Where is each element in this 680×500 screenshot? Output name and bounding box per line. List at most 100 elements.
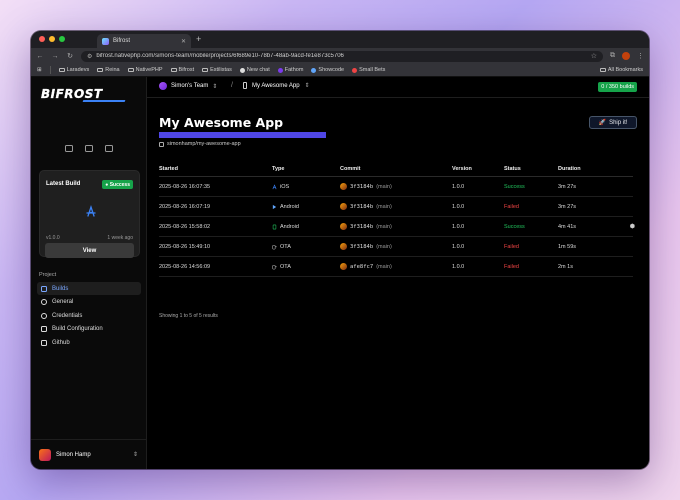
commit-cell[interactable]: 3f3184b (main) <box>340 243 452 250</box>
commit-cell[interactable]: 3f3184b (main) <box>340 223 452 230</box>
key-icon <box>41 312 47 319</box>
avatar <box>340 243 347 250</box>
top-bar: Simon's Team ⇕ / My Awesome App ⇕ 0 / 35… <box>147 77 649 98</box>
table-row[interactable]: 2025-08-26 15:49:10 OTA 3f3184b (main) 1… <box>159 237 633 257</box>
tab-close-icon[interactable]: ✕ <box>181 38 186 45</box>
all-bookmarks[interactable]: All Bookmarks <box>599 67 643 73</box>
version-cell: 1.0.0 <box>452 203 465 210</box>
minimize-window-button[interactable] <box>49 36 55 42</box>
bookmarks-divider <box>49 66 51 74</box>
builds-icon <box>41 285 47 292</box>
devices-icon[interactable] <box>105 145 113 152</box>
fathom-icon <box>277 67 283 73</box>
bookmark-showcode[interactable]: Showcode <box>311 67 344 73</box>
version-cell: 1.0.0 <box>452 263 465 270</box>
column-version: Version <box>452 165 472 172</box>
column-type: Type <box>272 165 285 172</box>
started-cell: 2025-08-26 15:49:10 <box>159 243 211 250</box>
bookmark-estilistas[interactable]: Estilistas <box>202 67 232 73</box>
bookmark-fathom[interactable]: Fathom <box>277 67 303 73</box>
version-cell: 1.0.0 <box>452 183 465 190</box>
bookmark-bifrost[interactable]: Bifrost <box>170 67 194 73</box>
bookmark-star-icon[interactable]: ☆ <box>591 52 597 60</box>
bifrost-app: BIFROST Latest Build ● Success v1.0.0 1 … <box>31 77 649 469</box>
site-info-icon[interactable]: ⚙ <box>87 53 92 60</box>
commit-cell[interactable]: 3f3184b (main) <box>340 203 452 210</box>
folder-icon <box>202 67 209 73</box>
pagination-summary: Showing 1 to 5 of 5 results <box>159 313 218 319</box>
apps-icon[interactable]: ⊞ <box>37 67 42 73</box>
reload-icon[interactable]: ↻ <box>66 52 74 60</box>
team-selector[interactable]: Simon's Team ⇕ <box>159 82 217 90</box>
table-header: Started Type Commit Version Status Durat… <box>159 161 633 177</box>
profile-avatar[interactable] <box>622 52 630 60</box>
dashboard-icon[interactable] <box>65 145 73 152</box>
table-row[interactable]: 2025-08-26 14:56:09 OTA afe8fc7 (main) 1… <box>159 257 633 277</box>
back-icon[interactable]: ← <box>36 53 44 60</box>
url-text[interactable]: bifrost.nativephp.com/simons-team/mobile… <box>96 53 586 59</box>
team-name: Simon's Team <box>171 83 209 89</box>
address-bar[interactable]: ⚙ bifrost.nativephp.com/simons-team/mobi… <box>81 50 603 62</box>
bookmark-laradevs[interactable]: Laradevs <box>58 67 89 73</box>
user-name: Simon Hamp <box>56 451 91 458</box>
browser-tab[interactable]: Bifrost ✕ <box>97 34 191 48</box>
github-icon <box>41 339 47 346</box>
forward-icon[interactable]: → <box>51 53 59 60</box>
type-cell: OTA <box>272 264 340 270</box>
browser-menu-icon[interactable]: ⋮ <box>637 52 644 60</box>
column-started: Started <box>159 165 178 172</box>
box-icon[interactable]: ⬢ <box>630 223 635 230</box>
nav-item-credentials[interactable]: Credentials <box>37 309 141 322</box>
mobile-phone-icon <box>243 82 247 89</box>
project-selector[interactable]: My Awesome App ⇕ <box>243 82 310 89</box>
ship-it-button[interactable]: 🚀 Ship it! <box>589 116 637 129</box>
tab-title: Bifrost <box>113 38 131 44</box>
gear-icon <box>41 299 47 305</box>
chevron-up-down-icon: ⇕ <box>304 83 310 89</box>
version-cell: 1.0.0 <box>452 223 465 230</box>
table-row[interactable]: 2025-08-26 16:07:35 iOS 3f3184b (main) 1… <box>159 177 633 197</box>
android-phone-icon <box>272 224 277 229</box>
new-tab-button[interactable]: + <box>196 34 201 44</box>
commit-cell[interactable]: afe8fc7 (main) <box>340 263 452 270</box>
bookmark-reina[interactable]: Reina <box>97 67 120 73</box>
table-row[interactable]: 2025-08-26 16:07:19 Android 3f3184b (mai… <box>159 197 633 217</box>
maximize-window-button[interactable] <box>59 36 65 42</box>
user-menu[interactable]: Simon Hamp ⇕ <box>31 439 146 469</box>
version-cell: 1.0.0 <box>452 243 465 250</box>
repository-link[interactable]: simonhamp/my-awesome-app <box>159 141 241 147</box>
avatar <box>340 223 347 230</box>
bookmark-small-bets[interactable]: Small Bets <box>352 67 385 73</box>
nav-item-github[interactable]: Github <box>37 336 141 349</box>
nav-item-general[interactable]: General <box>37 296 141 309</box>
bifrost-logo[interactable]: BIFROST <box>41 87 103 101</box>
view-build-button[interactable]: View <box>45 243 134 258</box>
projects-icon[interactable] <box>85 145 93 152</box>
latest-build-title: Latest Build <box>46 181 81 187</box>
commit-cell[interactable]: 3f3184b (main) <box>340 183 452 190</box>
breadcrumb-separator: / <box>231 82 233 89</box>
browser-window: Bifrost ✕ + ← → ↻ ⚙ bifrost.nativephp.co… <box>31 31 649 469</box>
bookmark-new-chat[interactable]: New chat <box>239 67 270 73</box>
android-icon <box>272 204 277 209</box>
small-bets-icon <box>352 67 358 73</box>
chevron-up-down-icon: ⇕ <box>132 452 138 458</box>
folder-icon <box>97 67 104 73</box>
status-badge: ● Success <box>102 180 133 189</box>
started-cell: 2025-08-26 15:58:02 <box>159 223 211 230</box>
latest-build-card: Latest Build ● Success v1.0.0 1 week ago… <box>39 170 140 258</box>
bookmark-nativephp[interactable]: NativePHP <box>127 67 163 73</box>
nav-item-builds[interactable]: Builds <box>37 282 141 295</box>
avatar <box>340 203 347 210</box>
close-window-button[interactable] <box>39 36 45 42</box>
extensions-icon[interactable]: ⧉ <box>610 52 615 60</box>
folder-icon <box>127 67 134 73</box>
progress-fill <box>159 132 326 138</box>
nav-item-build-configuration[interactable]: Build Configuration <box>37 323 141 336</box>
showcode-icon <box>311 67 317 73</box>
table-row[interactable]: 2025-08-26 15:58:02 Android 3f3184b (mai… <box>159 217 635 237</box>
avatar <box>340 183 347 190</box>
status-cell: Failed <box>504 203 519 210</box>
duration-cell: 3m 27s <box>558 203 577 210</box>
build-progress-bar <box>159 132 326 138</box>
